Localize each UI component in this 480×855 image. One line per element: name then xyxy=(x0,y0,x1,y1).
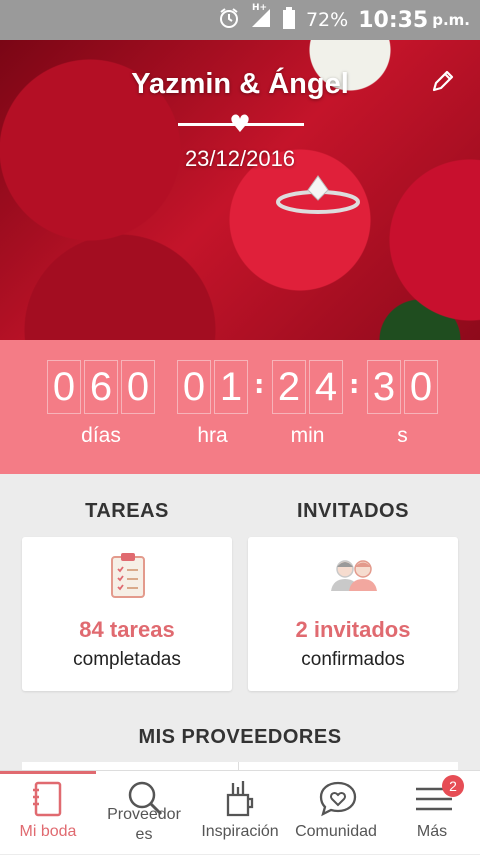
countdown-colon: : xyxy=(349,370,360,400)
edit-icon[interactable] xyxy=(428,66,458,96)
clipboard-icon xyxy=(111,553,145,598)
nav-label: Más xyxy=(416,823,448,840)
clock-ampm: p.m. xyxy=(432,11,470,29)
countdown-digit: 0 xyxy=(121,360,155,414)
countdown-digit: 0 xyxy=(47,360,81,414)
nav-item-inspiracion[interactable]: Inspiración xyxy=(192,771,288,855)
countdown-digit: 6 xyxy=(84,360,118,414)
nav-item-mi-boda[interactable]: Mi boda xyxy=(0,771,96,855)
nav-label: Mi boda xyxy=(19,823,77,840)
bottom-navigation: Mi boda Proveedores Inspiración Comunida… xyxy=(0,770,480,854)
clock: 10:35 xyxy=(358,7,429,33)
nav-item-mas[interactable]: Más xyxy=(384,771,480,855)
nav-item-comunidad[interactable]: Comunidad xyxy=(288,771,384,855)
guests-count: 2 invitados xyxy=(295,617,411,642)
countdown-digit: 4 xyxy=(309,360,343,414)
seconds-label: s xyxy=(397,424,408,447)
countdown-panel: 0 6 0 0 1 : 2 4 : 3 0 días hra min s xyxy=(0,340,480,474)
chat-heart-icon xyxy=(319,781,357,817)
nav-item-proveedores[interactable]: Proveedores xyxy=(96,771,192,855)
tasks-count: 84 tareas xyxy=(79,617,175,642)
countdown-digit: 0 xyxy=(177,360,211,414)
notebook-icon xyxy=(33,781,62,817)
people-icon xyxy=(331,560,377,591)
couple-names: Yazmin & Ángel xyxy=(131,68,349,100)
guests-card[interactable]: 2 invitados confirmados xyxy=(248,537,458,691)
hours-label: hra xyxy=(197,424,228,447)
countdown-colon: : xyxy=(254,370,265,400)
countdown-digit: 2 xyxy=(272,360,306,414)
nav-label: Proveedores xyxy=(107,806,181,843)
guests-section-title: INVITADOS xyxy=(297,500,409,522)
days-label: días xyxy=(81,424,121,447)
countdown-digit: 3 xyxy=(367,360,401,414)
tasks-card[interactable]: 84 tareas completadas xyxy=(22,537,232,691)
countdown-digit: 1 xyxy=(214,360,248,414)
active-indicator xyxy=(0,771,96,774)
countdown-digit: 0 xyxy=(404,360,438,414)
wedding-date: 23/12/2016 xyxy=(184,146,296,171)
heart-icon: ♥ xyxy=(229,110,251,138)
network-type: H+ xyxy=(251,2,268,13)
minutes-label: min xyxy=(290,424,325,447)
guests-sub: confirmados xyxy=(301,649,405,670)
signal-icon: H+ xyxy=(250,3,272,34)
status-bar: H+ 72% 10:35 p.m. xyxy=(0,0,480,40)
vendors-section-title: MIS PROVEEDORES xyxy=(138,726,342,748)
tasks-section-title: TAREAS xyxy=(85,500,169,522)
alarm-icon xyxy=(218,7,240,34)
hero-banner: Yazmin & Ángel ♥ 23/12/2016 xyxy=(0,40,480,340)
notification-badge: 2 xyxy=(442,775,464,797)
pencil-cup-icon xyxy=(226,781,254,817)
ring-image xyxy=(276,175,360,214)
battery-icon xyxy=(282,6,296,34)
tasks-sub: completadas xyxy=(73,649,181,670)
battery-percent: 72% xyxy=(305,9,349,31)
